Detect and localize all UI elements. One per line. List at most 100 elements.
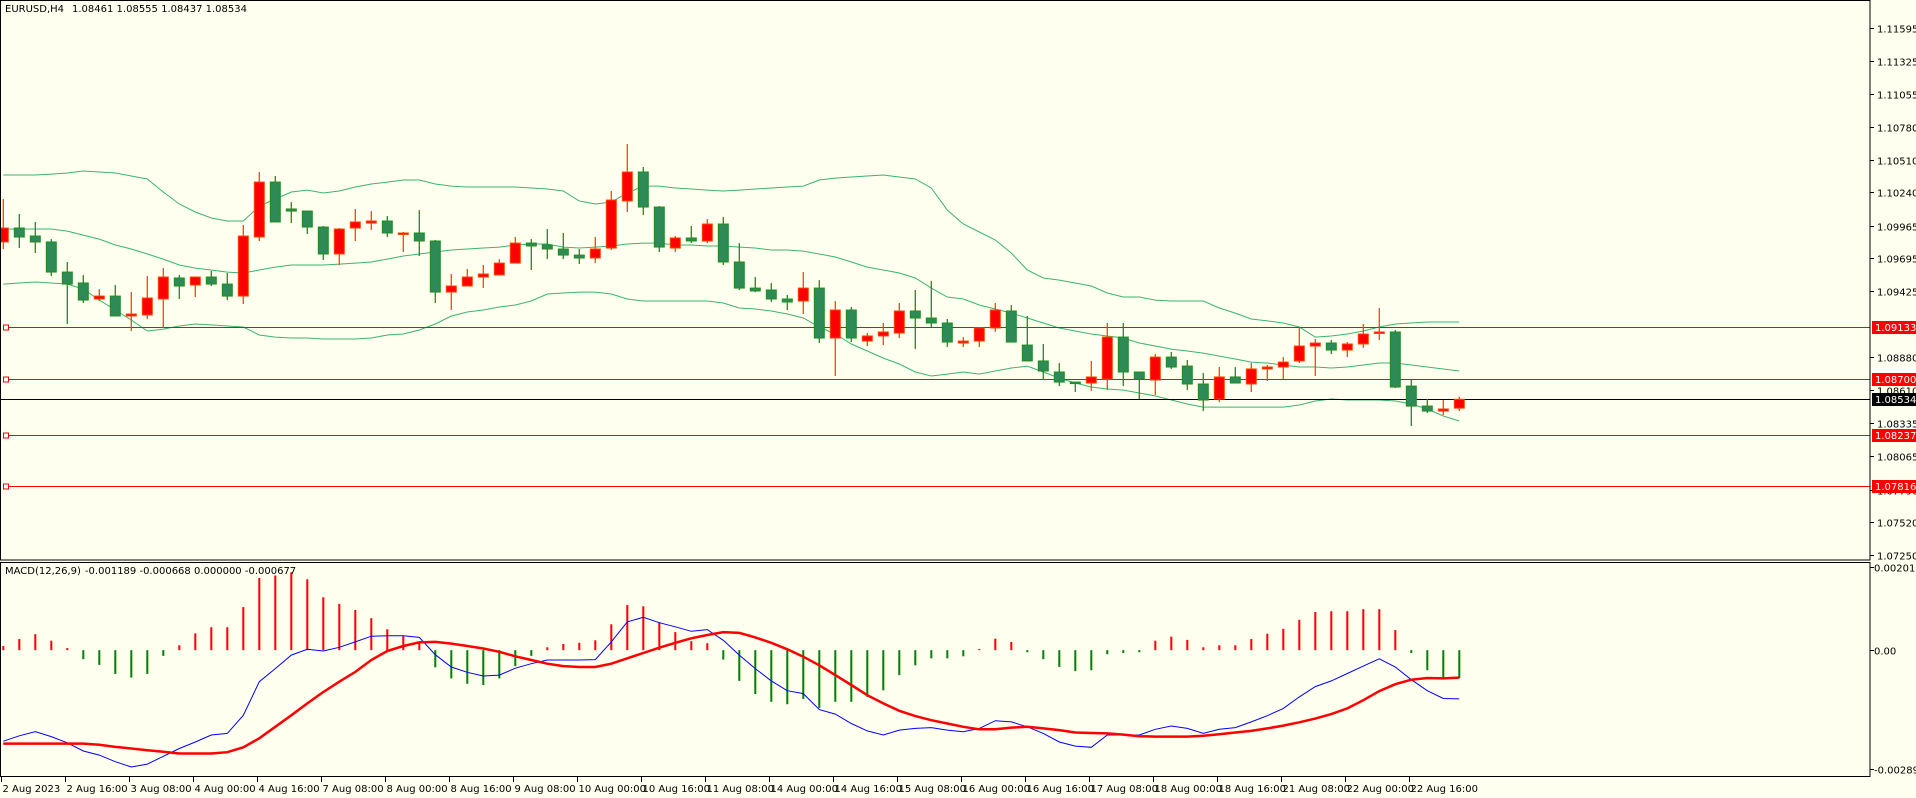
macd-name: MACD(12,26,9) bbox=[5, 566, 81, 577]
candle-body bbox=[1101, 336, 1113, 380]
candle-body bbox=[109, 295, 121, 317]
candle-body bbox=[829, 309, 841, 339]
candle-body bbox=[1453, 398, 1465, 409]
time-tick-label: 11 Aug 08:00 bbox=[707, 784, 774, 795]
time-tick-label: 10 Aug 00:00 bbox=[579, 784, 646, 795]
candle-body bbox=[493, 262, 505, 276]
candle-body bbox=[1149, 356, 1161, 381]
candle[interactable] bbox=[1389, 330, 1401, 389]
candle-body bbox=[1053, 371, 1065, 383]
price-tick-label: 1.07520 bbox=[1877, 519, 1916, 530]
time-tick-label: 14 Aug 00:00 bbox=[771, 784, 838, 795]
candle-body bbox=[813, 287, 825, 339]
candle[interactable] bbox=[813, 280, 825, 344]
price-tick-label: 1.09425 bbox=[1877, 288, 1916, 299]
candle[interactable] bbox=[1005, 305, 1017, 343]
candle-body bbox=[1437, 408, 1449, 412]
candle-body bbox=[13, 227, 25, 238]
time-tick-label: 2 Aug 2023 bbox=[3, 784, 61, 795]
candle-body bbox=[125, 313, 137, 317]
candle-body bbox=[1405, 385, 1417, 407]
candle-body bbox=[781, 298, 793, 303]
candle-body bbox=[861, 335, 873, 342]
candle-body bbox=[605, 199, 617, 249]
candle-body bbox=[1165, 356, 1177, 368]
candle-body bbox=[573, 254, 585, 259]
candle-body bbox=[141, 297, 153, 316]
candle-body bbox=[845, 309, 857, 339]
time-tick-label: 4 Aug 00:00 bbox=[195, 784, 256, 795]
candle-body bbox=[1341, 343, 1353, 351]
candle-body bbox=[1229, 376, 1241, 384]
trading-chart[interactable]: 1.11595 1.11325 1.11055 1.10780 1.10510 1.102… bbox=[0, 0, 1916, 798]
candle-body bbox=[541, 244, 553, 250]
candle-body bbox=[877, 331, 889, 337]
candle-body bbox=[413, 232, 425, 242]
time-tick-label: 18 Aug 16:00 bbox=[1219, 784, 1286, 795]
chart-header: EURUSD,H4 1.08461 1.08555 1.08437 1.08534 bbox=[5, 4, 247, 15]
candle-body bbox=[893, 310, 905, 334]
price-tick-label: 1.09695 bbox=[1877, 255, 1916, 266]
candle-body bbox=[1245, 368, 1257, 385]
price-tick-label: 1.11325 bbox=[1877, 58, 1916, 69]
candle[interactable] bbox=[237, 224, 249, 305]
level-price-label: 1.08700 bbox=[1875, 375, 1916, 386]
time-tick-label: 3 Aug 08:00 bbox=[131, 784, 192, 795]
candle[interactable] bbox=[269, 175, 281, 223]
time-tick-label: 8 Aug 16:00 bbox=[451, 784, 512, 795]
candle-body bbox=[0, 227, 9, 243]
level-handle-icon[interactable] bbox=[3, 324, 9, 331]
candle-body bbox=[749, 287, 761, 292]
candle-body bbox=[685, 237, 697, 242]
time-tick-label: 14 Aug 16:00 bbox=[835, 784, 902, 795]
candle-body bbox=[765, 289, 777, 300]
candle-body bbox=[1117, 336, 1129, 373]
candle-body bbox=[253, 181, 265, 238]
level-price-label: 1.09133 bbox=[1875, 323, 1916, 334]
time-tick-label: 10 Aug 16:00 bbox=[643, 784, 710, 795]
level-handle-icon[interactable] bbox=[3, 432, 9, 439]
level-handle-icon[interactable] bbox=[3, 376, 9, 383]
candle[interactable] bbox=[253, 171, 265, 242]
candle-body bbox=[1213, 376, 1225, 400]
candle-body bbox=[1021, 344, 1033, 362]
candle-body bbox=[157, 276, 169, 300]
candle-body bbox=[381, 220, 393, 234]
macd-tick-label: 0.002016 bbox=[1874, 564, 1916, 575]
level-price-label: 1.07816 bbox=[1875, 482, 1916, 493]
time-tick-label: 8 Aug 00:00 bbox=[387, 784, 448, 795]
candle[interactable] bbox=[653, 206, 665, 253]
candle[interactable] bbox=[845, 306, 857, 343]
candle[interactable] bbox=[717, 216, 729, 266]
candle-body bbox=[957, 340, 969, 344]
candle-body bbox=[1389, 331, 1401, 388]
candle-body bbox=[1069, 381, 1081, 385]
price-tick-label: 1.11055 bbox=[1877, 91, 1916, 102]
candle-body bbox=[349, 221, 361, 229]
price-tick-label: 1.07250 bbox=[1877, 552, 1916, 563]
candle-body bbox=[653, 206, 665, 248]
candle-body bbox=[637, 171, 649, 208]
candle-body bbox=[973, 327, 985, 342]
candle-body bbox=[221, 283, 233, 297]
candle-body bbox=[1181, 365, 1193, 385]
candle-body bbox=[429, 240, 441, 293]
candle-body bbox=[301, 210, 313, 228]
candle-body bbox=[445, 285, 457, 293]
candle-body bbox=[1197, 383, 1209, 401]
macd-header: MACD(12,26,9) -0.001189 -0.000668 0.00000… bbox=[5, 566, 296, 577]
candle-body bbox=[733, 261, 745, 289]
level-handle-icon[interactable] bbox=[3, 483, 9, 490]
candle-body bbox=[1037, 360, 1049, 372]
candle-body bbox=[1309, 342, 1321, 347]
candle-body bbox=[1373, 331, 1385, 334]
time-tick-label: 9 Aug 08:00 bbox=[515, 784, 576, 795]
macd-tick-label: -0.00289 bbox=[1874, 766, 1916, 777]
candle[interactable] bbox=[605, 191, 617, 250]
candle-body bbox=[1005, 310, 1017, 343]
time-tick-label: 21 Aug 08:00 bbox=[1283, 784, 1350, 795]
price-tick-label: 1.10510 bbox=[1877, 157, 1916, 168]
candle-body bbox=[1261, 366, 1273, 370]
price-tick-label: 1.08335 bbox=[1877, 420, 1916, 431]
candle[interactable] bbox=[45, 239, 57, 277]
